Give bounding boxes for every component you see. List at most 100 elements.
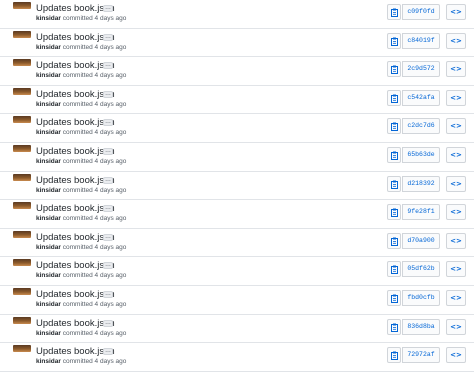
commit-author[interactable]: kinsidar: [36, 15, 61, 22]
commit-row: Updates book.json … kinsidar committed 4…: [0, 286, 474, 315]
browse-repo-button[interactable]: <>: [446, 4, 466, 20]
avatar[interactable]: [13, 2, 31, 9]
browse-repo-button[interactable]: <>: [446, 204, 466, 221]
copy-sha-button[interactable]: [387, 204, 401, 221]
commit-author[interactable]: kinsidar: [36, 301, 61, 308]
browse-repo-button[interactable]: <>: [446, 89, 466, 106]
expand-message-button[interactable]: …: [103, 262, 113, 270]
copy-sha-button[interactable]: [387, 61, 401, 78]
commit-sha-link[interactable]: 72972af: [402, 347, 440, 364]
avatar[interactable]: [13, 202, 31, 210]
commit-sha-link[interactable]: 9fe28f1: [402, 204, 440, 221]
copy-sha-button[interactable]: [387, 146, 401, 163]
copy-sha-button[interactable]: [387, 175, 401, 192]
commit-author[interactable]: kinsidar: [36, 187, 61, 194]
commit-time: 4 days ago: [94, 100, 127, 108]
commit-author[interactable]: kinsidar: [36, 244, 61, 251]
clipboard-icon: [391, 294, 398, 303]
expand-message-button[interactable]: …: [103, 205, 113, 213]
avatar[interactable]: [13, 316, 31, 324]
avatar[interactable]: [13, 144, 31, 152]
browse-repo-button[interactable]: <>: [446, 318, 466, 335]
commit-sha-link[interactable]: c542afa: [402, 89, 440, 106]
avatar[interactable]: [13, 287, 31, 295]
copy-sha-button[interactable]: [387, 32, 401, 49]
browse-repo-button[interactable]: <>: [446, 146, 466, 163]
commit-sha-link[interactable]: d218392: [402, 175, 440, 192]
commit-meta: kinsidar committed 4 days ago: [36, 244, 126, 251]
avatar[interactable]: [13, 345, 31, 353]
avatar[interactable]: [13, 116, 31, 124]
expand-message-button[interactable]: …: [103, 90, 113, 98]
commit-meta: kinsidar committed 4 days ago: [36, 72, 126, 79]
avatar[interactable]: [13, 259, 31, 267]
avatar[interactable]: [13, 230, 31, 238]
clipboard-icon: [391, 237, 398, 246]
commit-author[interactable]: kinsidar: [36, 215, 61, 222]
browse-repo-button[interactable]: <>: [446, 118, 466, 135]
commit-row: Updates book.json … kinsidar committed 4…: [0, 315, 474, 344]
commit-author[interactable]: kinsidar: [36, 272, 61, 279]
expand-message-button[interactable]: …: [103, 62, 113, 70]
browse-repo-button[interactable]: <>: [446, 175, 466, 192]
avatar[interactable]: [13, 59, 31, 67]
commit-meta: kinsidar committed 4 days ago: [36, 158, 126, 165]
browse-repo-button[interactable]: <>: [446, 261, 466, 278]
commit-action: committed: [62, 186, 93, 194]
copy-sha-button[interactable]: [387, 318, 401, 335]
clipboard-icon: [391, 151, 398, 160]
commit-sha-link[interactable]: fbd0cfb: [402, 289, 440, 306]
commit-sha-link[interactable]: 836d8ba: [402, 318, 440, 335]
code-icon: <>: [450, 293, 462, 302]
commit-sha-link[interactable]: c09f0fd: [402, 4, 440, 20]
copy-sha-button[interactable]: [387, 232, 401, 249]
copy-sha-button[interactable]: [387, 118, 401, 135]
commit-sha-link[interactable]: c2dc7d6: [402, 118, 440, 135]
commit-author[interactable]: kinsidar: [36, 158, 61, 165]
commit-sha-link[interactable]: d70a900: [402, 232, 440, 249]
copy-sha-button[interactable]: [387, 89, 401, 106]
commit-author[interactable]: kinsidar: [36, 129, 61, 136]
browse-repo-button[interactable]: <>: [446, 289, 466, 306]
clipboard-icon: [391, 122, 398, 132]
commit-author[interactable]: kinsidar: [36, 330, 61, 337]
clipboard-icon: [391, 37, 398, 46]
clipboard-icon: [391, 351, 398, 361]
expand-message-button[interactable]: …: [103, 147, 113, 155]
expand-message-button[interactable]: …: [103, 348, 113, 356]
expand-message-button[interactable]: …: [103, 319, 113, 327]
browse-repo-button[interactable]: <>: [446, 61, 466, 78]
expand-message-button[interactable]: …: [103, 119, 113, 127]
commit-time: 4 days ago: [94, 215, 127, 223]
copy-sha-button[interactable]: [387, 347, 401, 364]
copy-sha-button[interactable]: [387, 289, 401, 306]
browse-repo-button[interactable]: <>: [446, 32, 466, 49]
copy-sha-button[interactable]: [387, 261, 401, 278]
commit-sha-link[interactable]: 2c9d572: [402, 61, 440, 78]
commit-action: committed: [62, 72, 93, 80]
commit-action: committed: [62, 300, 93, 308]
browse-repo-button[interactable]: <>: [446, 347, 466, 364]
code-icon: <>: [450, 351, 462, 360]
commit-row: Updates book.json … kinsidar committed 4…: [0, 57, 474, 86]
commit-action: committed: [62, 100, 93, 108]
avatar[interactable]: [13, 87, 31, 95]
commit-author[interactable]: kinsidar: [36, 72, 61, 79]
commit-sha-link[interactable]: c84019f: [402, 32, 440, 49]
copy-sha-button[interactable]: [387, 4, 401, 20]
expand-message-button[interactable]: …: [103, 33, 113, 41]
expand-message-button[interactable]: …: [103, 176, 113, 184]
commit-sha-link[interactable]: 65b63de: [402, 146, 440, 163]
expand-message-button[interactable]: …: [103, 290, 113, 298]
commit-author[interactable]: kinsidar: [36, 358, 61, 365]
expand-message-button[interactable]: …: [103, 233, 113, 241]
commit-sha-link[interactable]: 05df62b: [402, 261, 440, 278]
browse-repo-button[interactable]: <>: [446, 232, 466, 249]
commit-author[interactable]: kinsidar: [36, 44, 61, 51]
code-icon: <>: [450, 236, 462, 245]
commit-time: 4 days ago: [94, 186, 127, 194]
commit-author[interactable]: kinsidar: [36, 101, 61, 108]
expand-message-button[interactable]: …: [103, 5, 113, 12]
avatar[interactable]: [13, 30, 31, 38]
avatar[interactable]: [13, 173, 31, 181]
